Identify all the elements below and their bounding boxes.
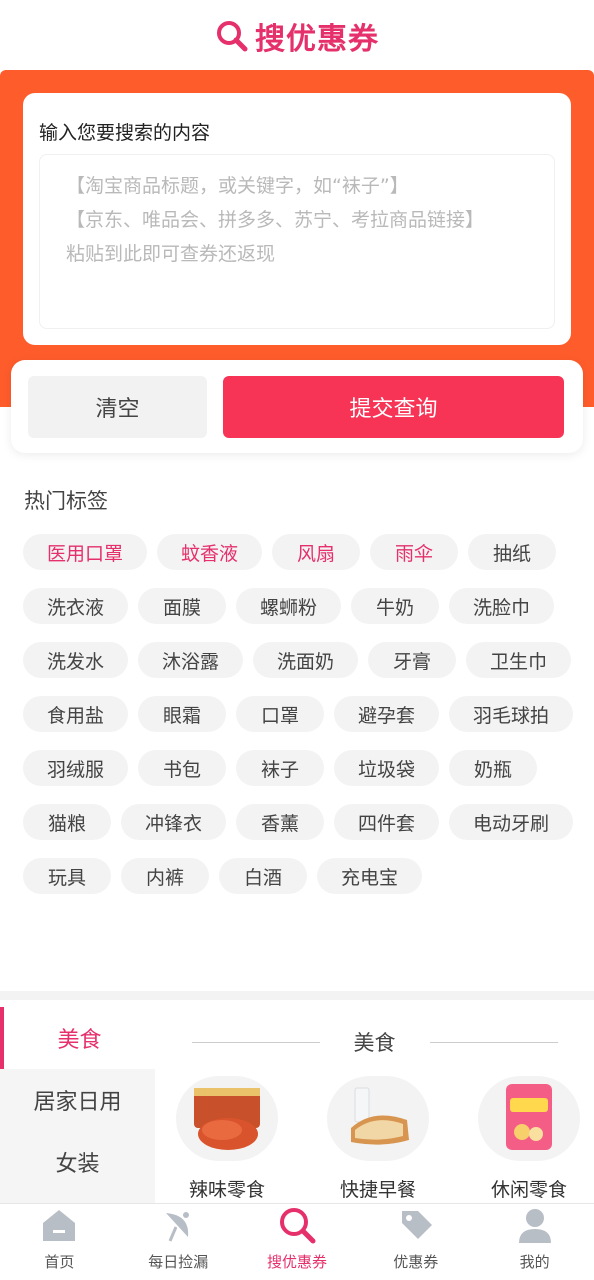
hot-tag[interactable]: 卫生巾 bbox=[466, 642, 572, 678]
product-grid: 辣味零食 快捷早餐 休闲零食 bbox=[168, 1076, 588, 1202]
hot-tag[interactable]: 螺蛳粉 bbox=[236, 588, 342, 624]
product-name: 快捷早餐 bbox=[339, 1179, 416, 1201]
hot-tag[interactable]: 冲锋衣 bbox=[121, 804, 227, 840]
search-label: 输入您要搜索的内容 bbox=[39, 122, 211, 144]
hot-tag[interactable]: 洗面奶 bbox=[253, 642, 359, 678]
tab-daily-deals[interactable]: 每日捡漏 bbox=[119, 1204, 238, 1280]
submit-query-button[interactable]: 提交查询 bbox=[223, 376, 564, 438]
user-icon bbox=[515, 1205, 555, 1245]
satellite-dish-icon bbox=[158, 1205, 198, 1245]
hot-tags-title: 热门标签 bbox=[24, 489, 108, 513]
hot-tag[interactable]: 充电宝 bbox=[317, 858, 423, 894]
hot-tag[interactable]: 洗脸巾 bbox=[449, 588, 555, 624]
hot-tag[interactable]: 眼霜 bbox=[138, 696, 227, 732]
hot-tag[interactable]: 沐浴露 bbox=[138, 642, 244, 678]
hot-tag[interactable]: 袜子 bbox=[236, 750, 325, 786]
tab-coupons[interactable]: 优惠券 bbox=[356, 1204, 475, 1280]
hot-tag[interactable]: 四件套 bbox=[334, 804, 440, 840]
hot-tag[interactable]: 垃圾袋 bbox=[334, 750, 440, 786]
home-icon bbox=[39, 1205, 79, 1245]
hot-tag[interactable]: 羽毛球拍 bbox=[449, 696, 574, 732]
hot-tag[interactable]: 食用盐 bbox=[23, 696, 129, 732]
app-header: 搜优惠券 bbox=[0, 0, 594, 72]
hot-tag[interactable]: 白酒 bbox=[219, 858, 307, 894]
tab-home[interactable]: 首页 bbox=[0, 1204, 119, 1280]
category-sidebar: 美食 居家日用 女装 bbox=[0, 1007, 155, 1203]
product-item[interactable]: 辣味零食 bbox=[168, 1076, 286, 1202]
hot-tag[interactable]: 奶瓶 bbox=[449, 750, 538, 786]
product-item[interactable]: 快捷早餐 bbox=[319, 1076, 437, 1202]
page-title: 搜优惠券 bbox=[255, 22, 379, 57]
coupon-tag-icon bbox=[396, 1205, 436, 1245]
hot-tag[interactable]: 避孕套 bbox=[334, 696, 440, 732]
search-icon bbox=[277, 1205, 317, 1245]
bread-milk-icon bbox=[327, 1076, 429, 1161]
tab-label: 优惠券 bbox=[393, 1253, 439, 1271]
search-card: 输入您要搜索的内容 【淘宝商品标题，或关键字，如“袜子”】 【京东、唯品会、拼多… bbox=[23, 93, 571, 345]
sidebar-item-women[interactable]: 女装 bbox=[0, 1131, 155, 1193]
hot-tag[interactable]: 玩具 bbox=[23, 858, 111, 894]
product-name: 辣味零食 bbox=[188, 1179, 265, 1201]
hot-tag[interactable]: 洗衣液 bbox=[23, 588, 129, 624]
hot-tag[interactable]: 电动牙刷 bbox=[449, 804, 574, 840]
spicy-strip-icon bbox=[176, 1076, 278, 1161]
sidebar-item-food[interactable]: 美食 bbox=[0, 1007, 155, 1069]
hot-tag[interactable]: 书包 bbox=[138, 750, 227, 786]
tab-profile[interactable]: 我的 bbox=[475, 1204, 594, 1280]
section-divider bbox=[0, 991, 594, 1000]
tab-label: 首页 bbox=[44, 1253, 75, 1271]
category-header: 美食 bbox=[155, 1022, 594, 1062]
placeholder-line: 【京东、唯品会、拼多多、苏宁、考拉商品链接】 bbox=[66, 209, 485, 231]
divider-line bbox=[429, 1041, 558, 1043]
hot-tag[interactable]: 香薰 bbox=[236, 804, 325, 840]
placeholder-line: 【淘宝商品标题，或关键字，如“袜子”】 bbox=[66, 175, 409, 197]
bottom-tab-bar: 首页 每日捡漏 搜优惠券 优惠券 我的 bbox=[0, 1203, 594, 1280]
hot-tag[interactable]: 内裤 bbox=[121, 858, 209, 894]
tab-label: 我的 bbox=[519, 1253, 550, 1271]
hot-tag[interactable]: 牙膏 bbox=[368, 642, 457, 678]
hot-tag[interactable]: 风扇 bbox=[272, 534, 361, 570]
product-name: 休闲零食 bbox=[490, 1179, 567, 1201]
clear-button[interactable]: 清空 bbox=[28, 376, 207, 438]
category-title: 美食 bbox=[353, 1031, 396, 1055]
product-item[interactable]: 休闲零食 bbox=[470, 1076, 588, 1202]
placeholder-line: 粘贴到此即可查券还返现 bbox=[66, 243, 276, 265]
hot-tag[interactable]: 猫粮 bbox=[23, 804, 111, 840]
hot-tag[interactable]: 牛奶 bbox=[351, 588, 440, 624]
sidebar-item-home[interactable]: 居家日用 bbox=[0, 1069, 155, 1131]
tab-label: 搜优惠券 bbox=[266, 1253, 327, 1271]
page-logo: 搜优惠券 bbox=[215, 14, 379, 58]
hot-tag[interactable]: 面膜 bbox=[138, 588, 227, 624]
hot-tag[interactable]: 洗发水 bbox=[23, 642, 129, 678]
tab-label: 每日捡漏 bbox=[148, 1253, 209, 1271]
hot-tag[interactable]: 抽纸 bbox=[468, 534, 557, 570]
search-input[interactable]: 【淘宝商品标题，或关键字，如“袜子”】 【京东、唯品会、拼多多、苏宁、考拉商品链… bbox=[39, 154, 555, 329]
hot-tags-list: 医用口罩 蚊香液 风扇 雨伞 抽纸洗衣液 面膜 螺蛳粉 牛奶 洗脸巾洗发水 沐浴露 洗面奶 牙膏 卫生巾… bbox=[23, 534, 583, 894]
divider-line bbox=[191, 1041, 320, 1043]
tab-search-coupons[interactable]: 搜优惠券 bbox=[238, 1204, 357, 1280]
hot-tag[interactable]: 雨伞 bbox=[370, 534, 459, 570]
magnifier-icon bbox=[217, 21, 248, 52]
hot-tag[interactable]: 口罩 bbox=[236, 696, 325, 732]
hot-tag[interactable]: 蚊香液 bbox=[157, 534, 263, 570]
chips-bag-icon bbox=[478, 1076, 580, 1161]
action-bar: 清空 提交查询 bbox=[11, 360, 583, 453]
hot-tag[interactable]: 医用口罩 bbox=[23, 534, 148, 570]
hot-tag[interactable]: 羽绒服 bbox=[23, 750, 129, 786]
